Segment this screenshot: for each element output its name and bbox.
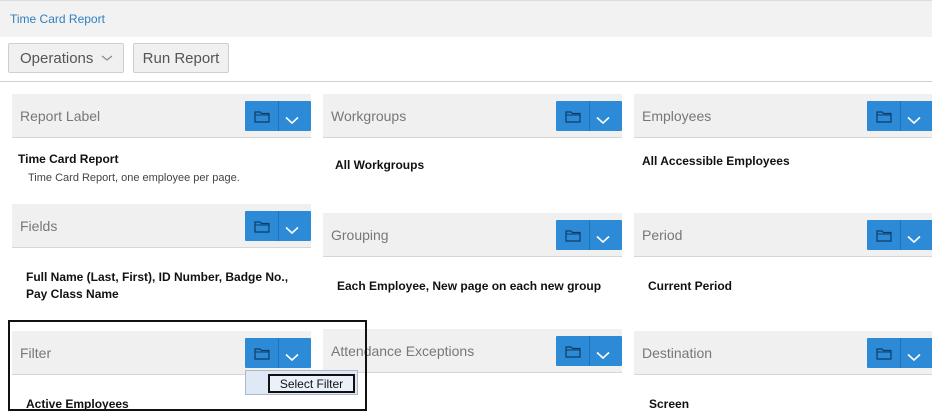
report-label-card: Report Label	[12, 94, 311, 138]
attendance-exceptions-button-group	[556, 336, 622, 366]
destination-button-group	[867, 338, 932, 368]
folder-icon[interactable]	[876, 347, 892, 365]
report-label-button-group	[245, 101, 311, 131]
folder-icon[interactable]	[254, 220, 270, 238]
report-label-header: Report Label	[12, 94, 311, 138]
button-separator	[900, 338, 901, 368]
folder-icon[interactable]	[876, 110, 892, 128]
period-card: Period	[634, 213, 932, 257]
fields-value-line1: Full Name (Last, First), ID Number, Badg…	[26, 270, 289, 284]
filter-header: Filter	[12, 331, 311, 375]
chevron-down-icon[interactable]	[596, 112, 610, 130]
workgroups-title: Workgroups	[331, 108, 407, 124]
report-label-description: Time Card Report, one employee per page.	[28, 172, 240, 184]
employees-card: Employees	[634, 94, 932, 138]
chevron-down-icon[interactable]	[907, 231, 921, 249]
button-separator	[278, 211, 279, 241]
fields-title: Fields	[20, 218, 58, 234]
chevron-down-icon[interactable]	[596, 231, 610, 249]
chevron-down-icon[interactable]	[285, 349, 299, 367]
workgroups-button-group	[556, 101, 622, 131]
employees-title: Employees	[642, 108, 712, 124]
button-separator	[589, 336, 590, 366]
fields-header: Fields	[12, 204, 311, 248]
destination-value: Screen	[649, 397, 690, 411]
folder-icon[interactable]	[254, 347, 270, 365]
grouping-value: Each Employee, New page on each new grou…	[337, 279, 602, 293]
run-report-button[interactable]: Run Report	[133, 43, 229, 73]
folder-icon[interactable]	[565, 110, 581, 128]
destination-card: Destination	[634, 331, 932, 375]
workgroups-card: Workgroups	[323, 94, 622, 138]
workgroups-header: Workgroups	[323, 94, 622, 138]
period-header: Period	[634, 213, 932, 257]
chevron-down-icon	[101, 55, 113, 61]
select-filter-menu-item[interactable]: Select Filter	[268, 374, 355, 393]
button-separator	[900, 101, 901, 131]
period-title: Period	[642, 227, 683, 243]
chevron-down-icon[interactable]	[596, 347, 610, 365]
button-separator	[589, 220, 590, 250]
employees-value: All Accessible Employees	[642, 154, 790, 168]
filter-button-group	[245, 338, 311, 368]
destination-header: Destination	[634, 331, 932, 375]
filter-card: Filter	[12, 331, 311, 375]
chevron-down-icon[interactable]	[285, 222, 299, 240]
grouping-header: Grouping	[323, 213, 622, 257]
attendance-exceptions-header: Attendance Exceptions	[323, 329, 622, 373]
workgroups-value: All Workgroups	[335, 158, 425, 172]
operations-dropdown[interactable]: Operations	[8, 43, 124, 73]
folder-icon[interactable]	[254, 110, 270, 128]
report-label-value: Time Card Report	[18, 152, 119, 166]
run-report-label: Run Report	[142, 49, 220, 67]
fields-card: Fields	[12, 204, 311, 248]
fields-value-line2: Pay Class Name	[26, 287, 119, 301]
filter-value: Active Employees	[26, 397, 129, 411]
chevron-down-icon[interactable]	[285, 112, 299, 130]
filter-title: Filter	[20, 345, 52, 361]
attendance-exceptions-card: Attendance Exceptions	[323, 329, 622, 373]
folder-icon[interactable]	[565, 229, 581, 247]
operations-label: Operations	[20, 49, 94, 67]
period-button-group	[867, 220, 932, 250]
employees-header: Employees	[634, 94, 932, 138]
attendance-exceptions-title: Attendance Exceptions	[331, 343, 475, 359]
toolbar: Operations Run Report	[0, 37, 932, 82]
period-value: Current Period	[648, 279, 733, 293]
grouping-title: Grouping	[331, 227, 389, 243]
filter-dropdown-menu: Select Filter	[245, 370, 358, 395]
title-bar: Time Card Report	[0, 0, 932, 38]
page-title: Time Card Report	[10, 12, 105, 26]
employees-button-group	[867, 101, 932, 131]
button-separator	[278, 101, 279, 131]
folder-icon[interactable]	[876, 229, 892, 247]
button-separator	[900, 220, 901, 250]
chevron-down-icon[interactable]	[907, 112, 921, 130]
report-label-title: Report Label	[20, 108, 101, 124]
grouping-card: Grouping	[323, 213, 622, 257]
button-separator	[589, 101, 590, 131]
fields-button-group	[245, 211, 311, 241]
destination-title: Destination	[642, 345, 713, 361]
folder-icon[interactable]	[565, 345, 581, 363]
grouping-button-group	[556, 220, 622, 250]
select-filter-label: Select Filter	[279, 376, 344, 391]
chevron-down-icon[interactable]	[907, 349, 921, 367]
button-separator	[278, 338, 279, 368]
